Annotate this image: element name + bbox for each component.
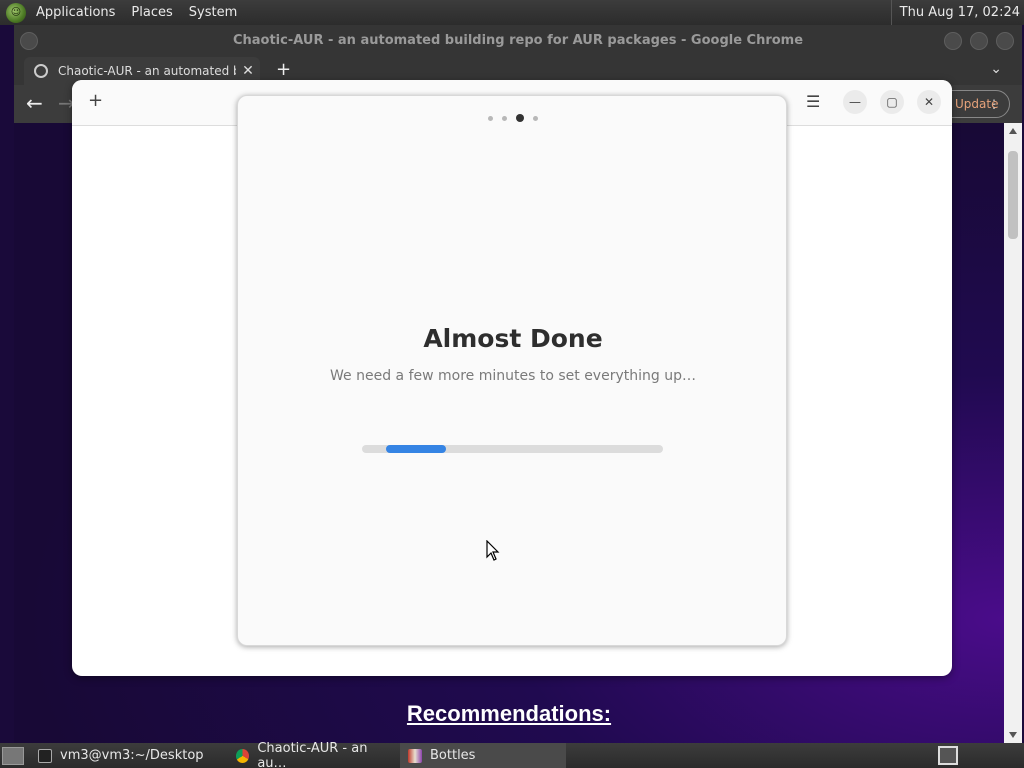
pager-dot xyxy=(533,115,538,121)
pager-dot xyxy=(502,115,507,121)
mouse-cursor-icon xyxy=(486,540,500,561)
scroll-down-icon[interactable] xyxy=(1009,732,1017,738)
task-label: Chaotic-AUR - an au… xyxy=(257,740,368,768)
task-label: vm3@vm3:~/Desktop xyxy=(60,748,204,763)
maximize-icon[interactable] xyxy=(970,32,988,50)
taskbar: vm3@vm3:~/Desktop Chaotic-AUR - an au… B… xyxy=(0,740,1024,768)
page-heading: Recommendations: xyxy=(406,701,612,726)
maximize-icon[interactable]: ▢ xyxy=(880,90,904,114)
page-scrollbar[interactable] xyxy=(1004,123,1022,743)
minimize-icon[interactable]: — xyxy=(843,90,867,114)
scroll-up-icon[interactable] xyxy=(1009,128,1017,134)
top-panel: ☺ Applications Places System Thu Aug 17,… xyxy=(0,0,1024,25)
globe-icon xyxy=(34,64,48,78)
window-title: Chaotic-AUR - an automated building repo… xyxy=(232,33,804,48)
kebab-menu-icon[interactable]: ⋮ xyxy=(988,91,1000,117)
taskbar-item-chrome[interactable]: Chaotic-AUR - an au… xyxy=(228,740,394,768)
close-icon[interactable] xyxy=(996,32,1014,50)
tab-title: Chaotic-AUR - an automated building repo… xyxy=(58,64,236,78)
close-icon[interactable]: ✕ xyxy=(236,63,260,79)
back-arrow-icon[interactable]: ← xyxy=(26,91,43,115)
menu-applications[interactable]: Applications xyxy=(28,0,123,25)
progress-bar xyxy=(362,445,663,453)
plus-icon[interactable]: + xyxy=(88,90,103,111)
window-menu-icon[interactable] xyxy=(20,32,38,50)
pager-dot xyxy=(488,115,493,121)
chrome-titlebar[interactable]: Chaotic-AUR - an automated building repo… xyxy=(14,25,1022,57)
page-subtitle: We need a few more minutes to set everyt… xyxy=(330,368,696,384)
page-title: Almost Done xyxy=(423,324,603,353)
mint-logo-icon[interactable]: ☺ xyxy=(6,2,26,23)
menu-places[interactable]: Places xyxy=(123,0,180,25)
taskbar-item-bottles[interactable]: Bottles xyxy=(400,743,566,768)
scrollbar-thumb[interactable] xyxy=(1008,151,1018,239)
hamburger-menu-icon[interactable]: ☰ xyxy=(806,92,820,111)
task-label: Bottles xyxy=(430,748,476,763)
chevron-down-icon[interactable]: ⌄ xyxy=(990,61,1002,77)
show-desktop-button[interactable] xyxy=(2,746,24,765)
pager-dot xyxy=(516,114,524,122)
minimize-icon[interactable] xyxy=(944,32,962,50)
menu-system[interactable]: System xyxy=(181,0,245,25)
chrome-icon xyxy=(236,748,250,763)
close-icon[interactable]: ✕ xyxy=(917,90,941,114)
bottles-icon xyxy=(408,748,422,763)
taskbar-item-terminal[interactable]: vm3@vm3:~/Desktop xyxy=(30,743,222,768)
workspace-switcher[interactable] xyxy=(938,746,958,765)
clock[interactable]: Thu Aug 17, 02:24 xyxy=(890,0,1020,25)
page-indicator xyxy=(238,114,788,122)
onboarding-dialog: Almost Done We need a few more minutes t… xyxy=(237,95,787,646)
plus-icon[interactable]: + xyxy=(276,59,291,80)
progress-fill xyxy=(386,445,446,453)
terminal-icon xyxy=(38,748,52,763)
